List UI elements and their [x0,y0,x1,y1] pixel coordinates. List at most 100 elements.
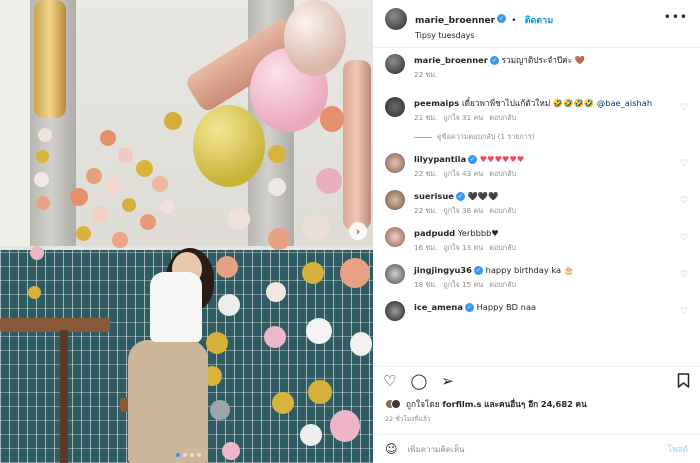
photo-balloon [264,326,286,348]
header-username[interactable]: marie_broenner [415,16,495,26]
post-side-panel: marie_broenner ✓ • ติดตาม Tipsy tuesdays … [373,0,700,463]
caption-time[interactable]: 22 ชม. [414,70,437,79]
post-photo[interactable]: › [0,0,373,463]
comment-likes[interactable]: ถูกใจ 31 คน [443,113,483,122]
comment-username[interactable]: jingjingyu36 [414,265,472,275]
photo-balloon [118,148,133,163]
photo-balloon [316,168,342,194]
photo-balloon [308,380,332,404]
view-replies-button[interactable]: ดูข้อความตอบกลับ (1 รายการ) [414,132,688,143]
comment-likes[interactable]: ถูกใจ 13 คน [443,243,483,252]
comment-item: suerisue ✓ 🖤🖤🖤 22 ชม. ถูกใจ 36 คน ตอบกลับ ♡ [385,190,688,217]
photo-balloon [268,228,290,250]
avatar[interactable] [385,264,405,284]
comment-like-heart-icon[interactable]: ♡ [680,103,688,113]
comment-like-heart-icon[interactable]: ♡ [680,159,688,169]
comment-item: ice_amena ✓ Happy BD naa ♡ [385,301,688,321]
photo-balloon [340,258,370,288]
add-comment-bar: ☺ เพิ่มความคิดเห็น โพสต์ [373,434,700,463]
comment-text: 🖤🖤🖤 [467,191,499,201]
comment-like-heart-icon[interactable]: ♡ [680,196,688,206]
more-horizontal-icon[interactable]: ••• [664,10,688,24]
avatar[interactable] [385,301,405,321]
follow-button[interactable]: ติดตาม [525,16,554,26]
reply-button[interactable]: ตอบกลับ [489,169,516,178]
comment-username[interactable]: padpudd [414,228,455,238]
caption-username[interactable]: marie_broenner [414,55,488,65]
avatar[interactable] [385,97,405,117]
reply-button[interactable]: ตอบกลับ [489,206,516,215]
comment-likes[interactable]: ถูกใจ 36 คน [443,206,483,215]
comment-username[interactable]: lilyypantila [414,154,466,164]
photo-balloon [36,150,49,163]
comment-username[interactable]: suerisue [414,191,454,201]
comment-like-heart-icon[interactable]: ♡ [680,307,688,317]
photo-person-pants [128,340,208,463]
avatar[interactable] [385,190,405,210]
post-timestamp[interactable]: 22 ชั่วโมงที่แล้ว [385,414,430,424]
next-photo-button[interactable]: › [349,222,367,240]
reply-button[interactable]: ตอบกลับ [489,280,516,289]
photo-balloon [160,200,174,214]
photo-table [0,318,110,332]
likes-prefix: ถูกใจโดย [406,399,440,409]
comment-icon[interactable]: ◯ [410,374,427,389]
photo-balloon [350,332,372,356]
avatar[interactable] [385,54,405,74]
comment-text: Yerbbbb♥ [457,228,499,238]
photo-balloon [38,128,52,142]
comment-mention[interactable]: @bae_aishah [597,98,652,108]
comment-like-heart-icon[interactable]: ♡ [680,270,688,280]
avatar[interactable] [385,227,405,247]
comment-likes[interactable]: ถูกใจ 43 คน [443,169,483,178]
photo-balloon [222,442,240,460]
photo-balloon [152,176,168,192]
photo-balloon [92,206,108,222]
photo-balloon [122,198,136,212]
reply-button[interactable]: ตอบกลับ [489,113,516,122]
comment-input[interactable]: เพิ่มความคิดเห็น [408,443,668,456]
photo-balloon [136,160,153,177]
share-icon[interactable]: ➢ [441,374,454,389]
comments-list[interactable]: marie_broenner ✓ รวมญาติประจำปีค่ะ 🤎 22 ช… [373,48,700,363]
photo-balloon-confetti [284,0,346,76]
photo-balloon [268,145,286,163]
comment-username[interactable]: ice_amena [414,302,463,312]
likes-mid[interactable]: และคนอื่นๆ อีก [484,399,538,409]
comment-time[interactable]: 18 ชม. [414,280,437,289]
comment-text: ♥♥♥♥♥♥ [479,154,525,164]
heart-icon[interactable]: ♡ [383,374,396,389]
bookmark-icon[interactable] [677,372,690,391]
likes-count[interactable]: 24,682 [541,399,573,409]
likes-user[interactable]: forfilm.s [442,399,481,409]
comment-like-heart-icon[interactable]: ♡ [680,233,688,243]
verified-badge-icon: ✓ [497,14,507,23]
post-caption: marie_broenner ✓ รวมญาติประจำปีค่ะ 🤎 22 ช… [385,54,688,81]
comment-time[interactable]: 16 ชม. [414,243,437,252]
photo-balloon [86,168,102,184]
post-actions-bar: ♡ ◯ ➢ [373,366,700,396]
avatar[interactable] [385,8,407,30]
avatar[interactable] [385,153,405,173]
post-location[interactable]: Tipsy tuesdays [415,31,553,40]
comment-time[interactable]: 22 ชม. [414,206,437,215]
smile-icon[interactable]: ☺ [385,442,398,456]
photo-balloon [218,294,240,316]
comment-time[interactable]: 21 ชม. [414,113,437,122]
post-comment-button[interactable]: โพสต์ [668,442,688,456]
carousel-dot [176,453,180,457]
reply-button[interactable]: ตอบกลับ [489,243,516,252]
carousel-dot [190,453,194,457]
likes-summary[interactable]: ถูกใจโดย forfilm.s และคนอื่นๆ อีก 24,682… [385,397,587,411]
photo-balloon [272,392,294,414]
comment-username[interactable]: peemaips [414,98,459,108]
verified-badge-icon: ✓ [473,266,483,275]
instagram-post-window: › marie_broenner ✓ • ติดตาม Tipsy tuesday… [0,0,700,463]
comment-likes[interactable]: ถูกใจ 15 คน [443,280,483,289]
comment-text: happy birthday ka 🎂 [485,265,575,275]
photo-balloon [206,332,228,354]
photo-balloon [320,106,344,132]
comment-text: เดี๋ยวพาพี่ชาไปแก้ตัวใหม่ 🤣🤣🤣🤣 [461,98,595,108]
photo-balloon [100,130,116,146]
comment-time[interactable]: 22 ชม. [414,169,437,178]
